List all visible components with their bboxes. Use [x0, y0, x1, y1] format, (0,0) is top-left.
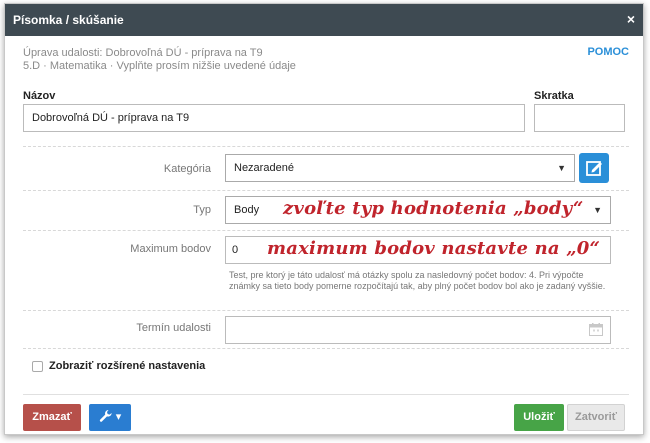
dialog-title: Písomka / skúšanie — [13, 13, 124, 27]
calendar-icon[interactable] — [589, 323, 603, 336]
abbr-label: Skratka — [534, 90, 574, 102]
divider — [23, 190, 629, 191]
abbr-input[interactable] — [534, 104, 625, 132]
date-label: Termín udalosti — [136, 322, 211, 334]
category-value: Nezaradené — [234, 162, 294, 174]
max-points-hint: Test, pre ktorý je táto udalosť má otázk… — [229, 270, 606, 291]
name-label: Názov — [23, 90, 56, 102]
divider — [23, 348, 629, 349]
type-value: Body — [234, 204, 260, 216]
extended-settings-checkbox[interactable] — [32, 361, 43, 372]
edit-category-button[interactable] — [579, 153, 609, 183]
chevron-down-icon: ▼ — [557, 163, 566, 173]
event-dialog: Písomka / skúšanie × Úprava udalosti: Do… — [4, 3, 644, 435]
points-annotation: maximum bodov nastavte na „0“ — [267, 238, 601, 259]
name-input[interactable]: Dobrovoľná DÚ - príprava na T9 — [23, 104, 525, 132]
delete-button[interactable]: Zmazať — [23, 404, 81, 431]
category-label: Kategória — [163, 163, 211, 175]
event-context: 5.D · Matematika · Vyplňte prosím nižšie… — [23, 60, 296, 72]
edit-icon — [586, 161, 602, 176]
close-button[interactable]: Zatvoriť — [567, 404, 625, 431]
extended-settings-label[interactable]: Zobraziť rozšírené nastavenia — [49, 360, 205, 372]
event-subtitle: Úprava udalosti: Dobrovoľná DÚ - príprav… — [23, 47, 263, 59]
divider — [23, 310, 629, 311]
chevron-down-icon: ▼ — [593, 205, 602, 215]
close-icon[interactable]: × — [627, 11, 635, 27]
chevron-down-icon: ▾ — [115, 411, 122, 423]
help-link[interactable]: POMOC — [587, 46, 629, 58]
type-annotation: zvoľte typ hodnotenia „body“ — [283, 198, 584, 219]
divider — [23, 230, 629, 231]
type-label: Typ — [193, 204, 211, 216]
tools-dropdown-button[interactable]: ▾ — [89, 404, 131, 431]
dialog-titlebar: Písomka / skúšanie × — [5, 4, 643, 36]
date-input[interactable] — [225, 316, 611, 344]
divider — [23, 146, 629, 147]
max-points-label: Maximum bodov — [130, 243, 211, 255]
footer-divider — [23, 394, 629, 395]
save-button[interactable]: Uložiť — [514, 404, 564, 431]
wrench-icon — [99, 410, 112, 422]
category-select[interactable]: Nezaradené ▼ — [225, 154, 575, 182]
